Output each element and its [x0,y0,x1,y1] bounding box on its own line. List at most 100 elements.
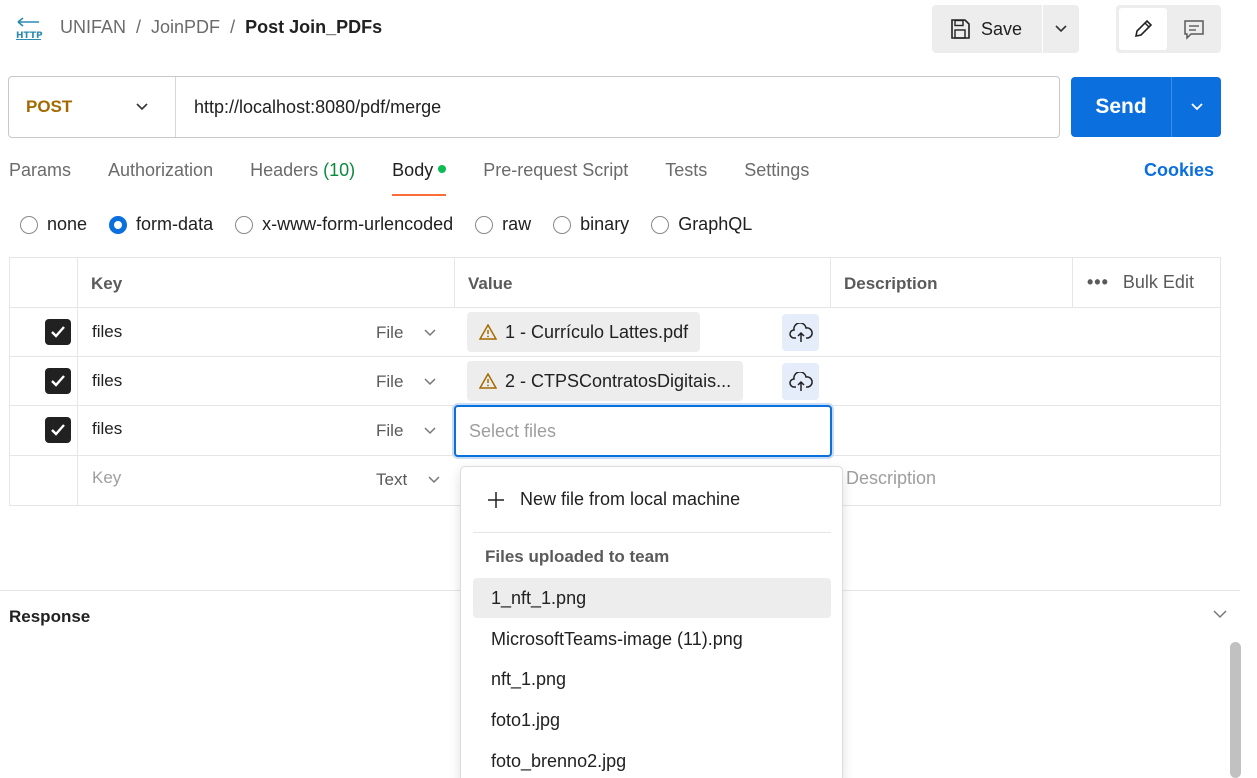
request-tabs: Params Authorization Headers (10) Body P… [9,160,809,196]
breadcrumb-workspace[interactable]: UNIFAN [60,17,126,38]
upload-file-button[interactable] [782,314,819,351]
radio-binary[interactable]: binary [553,214,629,235]
row-key[interactable]: files [92,371,122,391]
pencil-icon [1134,19,1153,38]
radio-label: form-data [136,214,214,234]
tab-body[interactable]: Body [392,160,447,196]
radio-circle [553,215,572,234]
radio-form-data[interactable]: form-data [109,214,213,235]
headers-count-badge: (10) [323,160,356,180]
file-name: 2 - CTPSContratosDigitais... [505,370,732,391]
edit-button[interactable] [1119,8,1167,50]
chevron-down-icon [1213,610,1227,619]
bulk-edit-controls: ••• Bulk Edit [1087,272,1194,293]
table-header-row: Key Value Description ••• Bulk Edit [10,258,1220,308]
radio-circle [651,215,670,234]
radio-raw[interactable]: raw [475,214,531,235]
radio-none[interactable]: none [20,214,87,235]
radio-label: raw [502,214,532,234]
row-type-label: Text [376,470,408,489]
upload-file-button[interactable] [782,363,819,400]
row-type-label: File [376,323,404,342]
radio-circle [235,215,254,234]
tab-params[interactable]: Params [9,160,71,190]
vertical-scrollbar-thumb[interactable] [1230,642,1241,778]
radio-label: x-www-form-urlencoded [262,214,454,234]
uploaded-file-item[interactable]: 1_nft_1.png [473,578,831,618]
new-description-input[interactable]: Description [846,468,936,489]
new-key-input[interactable]: Key [92,468,121,488]
column-header-description: Description [844,274,938,293]
tab-settings[interactable]: Settings [744,160,809,190]
breadcrumb-collection[interactable]: JoinPDF [151,17,220,38]
file-picker-dropdown: New file from local machine Files upload… [460,466,843,778]
check-icon [51,326,65,338]
row-checkbox[interactable] [45,417,71,443]
request-header: HTTP UNIFAN / JoinPDF / Post Join_PDFs S… [0,0,1257,58]
chevron-down-icon [424,378,436,386]
radio-circle [475,215,494,234]
tab-prerequest-script[interactable]: Pre-request Script [483,160,628,190]
page-title[interactable]: Post Join_PDFs [245,17,382,38]
uploaded-file-item[interactable]: foto_brenno2.jpg [473,741,831,778]
uploaded-files-heading: Files uploaded to team [485,547,670,566]
row-type-select[interactable]: Text [376,470,441,490]
breadcrumb-separator: / [136,17,142,37]
save-label: Save [981,18,1023,39]
comments-button[interactable] [1170,8,1218,50]
chevron-down-icon [1190,103,1203,111]
cookies-link[interactable]: Cookies [1144,160,1214,181]
row-key[interactable]: files [92,419,122,439]
file-chip[interactable]: 1 - Currículo Lattes.pdf [467,312,701,352]
save-options-button[interactable] [1043,5,1079,53]
tab-headers[interactable]: Headers (10) [250,160,355,190]
radio-label: GraphQL [678,214,753,234]
row-checkbox[interactable] [45,319,71,345]
url-input[interactable]: http://localhost:8080/pdf/merge [176,77,1059,137]
new-file-label: New file from local machine [520,489,741,509]
uploaded-file-item[interactable]: foto1.jpg [473,700,831,740]
radio-label: binary [580,214,630,234]
url-bar: POST http://localhost:8080/pdf/merge [8,76,1060,138]
cloud-upload-icon [788,322,813,342]
tab-body-label: Body [392,160,434,180]
check-icon [51,375,65,387]
chevron-down-icon [428,476,440,484]
row-key[interactable]: files [92,322,122,342]
file-name: 1 - Currículo Lattes.pdf [505,321,689,342]
row-type-label: File [376,372,404,391]
save-button-group: Save [932,5,1079,53]
chevron-down-icon [424,329,436,337]
radio-circle [20,215,38,234]
radio-circle-selected [109,215,128,234]
tab-authorization[interactable]: Authorization [108,160,213,190]
row-type-select[interactable]: File [376,372,437,392]
new-file-from-local-button[interactable]: New file from local machine [486,489,740,510]
warning-icon [479,373,497,389]
uploaded-file-item[interactable]: nft_1.png [473,659,831,699]
save-button[interactable]: Save [932,5,1042,53]
send-button[interactable]: Send [1071,77,1171,137]
radio-graphql[interactable]: GraphQL [651,214,752,235]
warning-icon [479,324,497,340]
select-files-input[interactable]: Select files [454,405,832,457]
tab-headers-label: Headers [250,160,319,180]
file-chip[interactable]: 2 - CTPSContratosDigitais... [467,361,744,401]
more-options-icon[interactable]: ••• [1087,272,1109,293]
radio-urlencoded[interactable]: x-www-form-urlencoded [235,214,453,235]
body-type-radio-group: none form-data x-www-form-urlencoded raw… [20,214,752,235]
row-type-select[interactable]: File [376,421,437,441]
tab-tests[interactable]: Tests [665,160,707,190]
send-options-button[interactable] [1172,77,1221,137]
chevron-down-icon [136,103,148,111]
response-title: Response [9,607,91,626]
row-checkbox[interactable] [45,368,71,394]
bulk-edit-button[interactable]: Bulk Edit [1123,272,1194,293]
row-type-select[interactable]: File [376,323,437,343]
cloud-upload-icon [788,371,813,391]
column-header-value: Value [468,274,513,293]
uploaded-file-item[interactable]: MicrosoftTeams-image (11).png [473,619,831,659]
table-row: files File 1 - Currículo Lattes.pdf [10,308,1220,357]
table-row: files File 2 - CTPSContratosDigitais... [10,357,1220,406]
method-select[interactable]: POST [9,77,176,137]
